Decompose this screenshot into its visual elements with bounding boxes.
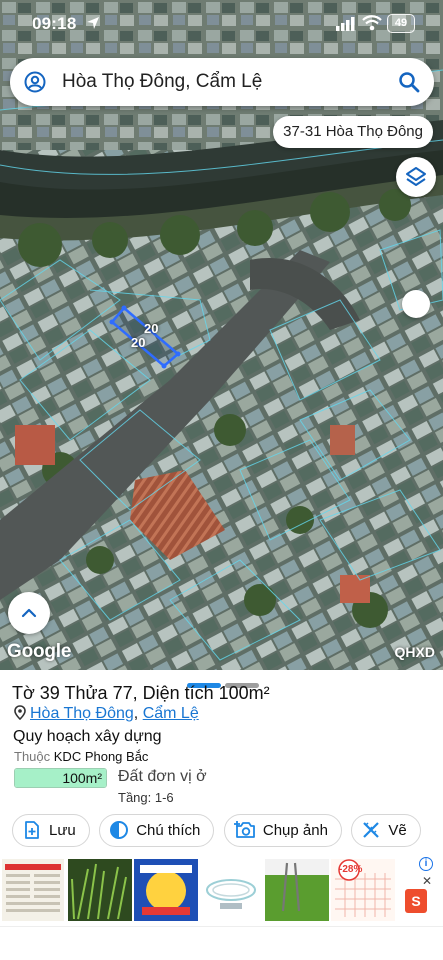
legend-button[interactable]: Chú thích [99, 814, 215, 847]
planning-zone: Thuộc KDC Phong Bắc [14, 749, 148, 764]
wifi-icon [362, 15, 382, 31]
land-type: Đất đơn vị ở [118, 768, 207, 785]
area-value: 100m² [62, 770, 102, 786]
contrast-icon [110, 821, 129, 839]
parcel-location: Hòa Thọ Đông, Cẩm Lệ [14, 705, 199, 723]
search-query[interactable]: Hòa Thọ Đông, Cẩm Lệ [62, 71, 262, 93]
ad-product-image[interactable] [68, 859, 132, 921]
take-photo-button[interactable]: Chụp ảnh [223, 814, 342, 847]
zone-name: KDC Phong Bắc [53, 749, 149, 764]
status-time: 09:18 [32, 14, 77, 33]
district-link[interactable]: Cẩm Lệ [143, 705, 199, 722]
parcel-edge-label: 20 [131, 335, 146, 350]
battery-indicator: 49 [387, 14, 415, 33]
planning-title: Quy hoạch xây dựng [13, 728, 162, 745]
layers-icon [406, 167, 426, 186]
location-separator: , [133, 705, 139, 722]
draw-ruler-icon [363, 822, 380, 838]
shop-bag-icon[interactable]: S [405, 889, 427, 913]
ad-discount-badge: -28% [339, 864, 363, 875]
ad-product-image[interactable] [265, 859, 329, 921]
save-label: Lưu [49, 822, 76, 839]
ad-product-image[interactable] [200, 859, 262, 921]
status-bar: 09:18 49 [0, 0, 443, 50]
take-photo-label: Chụp ảnh [262, 822, 328, 839]
save-button[interactable]: Lưu [12, 814, 90, 847]
chevron-up-icon [21, 608, 37, 618]
draw-button[interactable]: Vẽ [351, 814, 421, 847]
account-icon[interactable] [24, 71, 46, 93]
satellite-map[interactable]: 20 20 09:18 49 Hòa Thọ Đông, Cẩm Lệ 37-3… [0, 0, 443, 670]
legend-label: Chú thích [136, 822, 201, 839]
map-control-dot[interactable] [402, 290, 430, 318]
ward-link[interactable]: Hòa Thọ Đông [30, 705, 134, 722]
overlay-badge: QHXD [394, 644, 435, 660]
search-icon[interactable] [398, 71, 420, 93]
ad-info-icon[interactable]: i [419, 857, 433, 871]
cellular-signal-icon [336, 17, 355, 31]
add-note-icon [25, 821, 39, 839]
expand-button[interactable] [8, 592, 50, 634]
parcel-title: Tờ 39 Thửa 77, Diện tích 100m² [12, 683, 270, 703]
ad-product-image[interactable] [134, 859, 198, 921]
search-bar[interactable]: Hòa Thọ Đông, Cẩm Lệ [10, 58, 434, 106]
action-row: Lưu Chú thích Chụp ảnh Vẽ [12, 814, 426, 847]
floors-allowed: Tầng: 1-6 [118, 790, 174, 805]
belongs-prefix: Thuộc [14, 749, 51, 764]
parcel-edge-label: 20 [144, 321, 159, 336]
ad-product-image[interactable] [2, 859, 64, 921]
bottom-safe-area [0, 926, 443, 960]
google-logo: Google [7, 641, 72, 662]
area-bar: 100m² [14, 768, 107, 788]
ad-banner[interactable]: -28% i ✕ S [0, 857, 443, 923]
draw-label: Vẽ [388, 822, 407, 839]
ad-close-icon[interactable]: ✕ [422, 874, 432, 888]
address-chip[interactable]: 37-31 Hòa Thọ Đông [273, 116, 433, 148]
camera-add-icon [233, 821, 255, 838]
location-pin-icon [14, 705, 26, 720]
location-arrow-icon [87, 17, 99, 29]
parcel-info-sheet: Tờ 39 Thửa 77, Diện tích 100m² Hòa Thọ Đ… [0, 670, 443, 960]
layers-button[interactable] [396, 157, 436, 197]
